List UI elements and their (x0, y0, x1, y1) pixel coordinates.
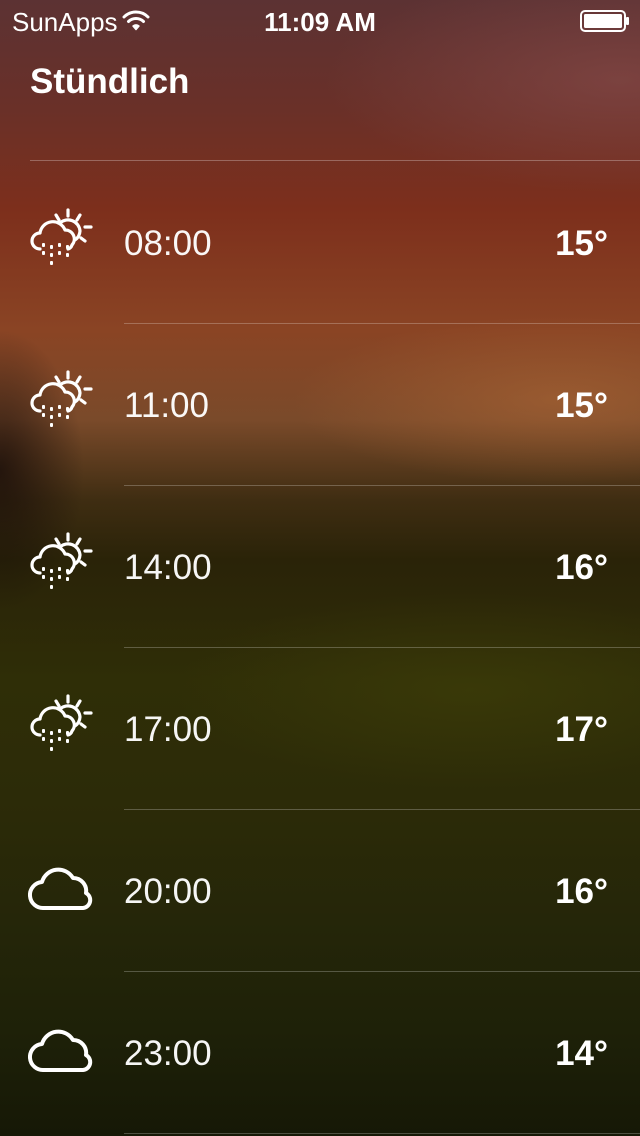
sun-cloud-rain-icon (30, 532, 93, 591)
sun-cloud-rain-icon (30, 370, 93, 429)
sun-cloud-rain-icon (30, 208, 93, 267)
hour-temperature: 16° (555, 548, 608, 587)
hour-temperature: 17° (555, 710, 608, 749)
status-clock: 11:09 AM (264, 7, 376, 37)
hour-row: 11:00 15° (0, 324, 640, 486)
hour-time: 17:00 (124, 710, 212, 749)
hourly-list[interactable]: 08:00 15° 11:00 15° 14:00 16° 17:00 17° … (0, 162, 640, 1134)
row-divider (124, 1133, 640, 1134)
hour-row: 14:00 16° (0, 486, 640, 648)
hour-temperature: 15° (555, 386, 608, 425)
hour-time: 08:00 (124, 224, 212, 263)
hour-temperature: 16° (555, 872, 608, 911)
status-bar: SunApps 11:09 AM (0, 0, 640, 40)
hourly-forecast-screen: SunApps 11:09 AM Stündlich 08:00 15° 11:… (0, 0, 640, 1136)
hour-row: 17:00 17° (0, 648, 640, 810)
hour-temperature: 15° (555, 224, 608, 263)
hour-row: 08:00 15° (0, 162, 640, 324)
page-title: Stündlich (30, 62, 190, 101)
hour-temperature: 14° (555, 1034, 608, 1073)
hour-row: 23:00 14° (0, 972, 640, 1134)
cloud-icon (28, 867, 93, 911)
hour-row: 20:00 16° (0, 810, 640, 972)
hour-time: 11:00 (124, 386, 209, 425)
sun-cloud-rain-icon (30, 694, 93, 753)
cloud-icon (28, 1029, 93, 1073)
hour-time: 20:00 (124, 872, 212, 911)
hour-time: 14:00 (124, 548, 212, 587)
header-divider (30, 160, 640, 161)
hour-time: 23:00 (124, 1034, 212, 1073)
battery-icon (580, 10, 629, 32)
